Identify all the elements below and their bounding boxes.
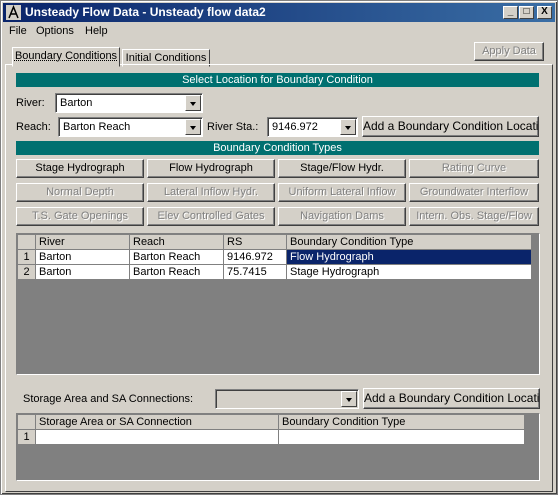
title-bar[interactable]: Unsteady Flow Data - Unsteady flow data2… [3, 3, 555, 22]
row-number[interactable]: 1 [17, 429, 36, 445]
groundwater-interflow-button[interactable]: Groundwater Interflow [409, 183, 539, 202]
menu-file[interactable]: File [9, 25, 27, 37]
normal-depth-button[interactable]: Normal Depth [16, 183, 144, 202]
river-value: Barton [60, 97, 93, 109]
apply-data-button[interactable]: Apply Data [474, 42, 544, 61]
col-bc-type[interactable]: Boundary Condition Type [286, 234, 532, 250]
tab-boundary-label: Boundary Conditions [14, 50, 118, 62]
window-title: Unsteady Flow Data - Unsteady flow data2 [25, 5, 266, 19]
tab-boundary-conditions[interactable]: Boundary Conditions [12, 47, 120, 67]
table-corner [17, 234, 36, 250]
chevron-down-icon[interactable] [341, 391, 357, 407]
table-header-row: River Reach RS Boundary Condition Type [17, 234, 532, 250]
navigation-dams-button[interactable]: Navigation Dams [278, 207, 406, 226]
flow-hydrograph-button[interactable]: Flow Hydrograph [147, 159, 275, 178]
table-corner [17, 414, 36, 430]
reach-value: Barton Reach [63, 121, 131, 133]
bc-types-header: Boundary Condition Types [16, 141, 539, 155]
add-bc-location-button[interactable]: Add a Boundary Condition Location [362, 116, 539, 137]
location-header: Select Location for Boundary Condition [16, 73, 539, 87]
row-number[interactable]: 1 [17, 249, 36, 265]
table-row[interactable]: 1 Barton Barton Reach 9146.972 Flow Hydr… [17, 249, 532, 265]
table-header-row: Storage Area or SA Connection Boundary C… [17, 414, 525, 430]
add-sa-bc-location-button[interactable]: Add a Boundary Condition Location [363, 388, 540, 409]
storage-area-label: Storage Area and SA Connections: [23, 393, 194, 405]
uniform-lateral-inflow-button[interactable]: Uniform Lateral Inflow [278, 183, 406, 202]
elev-controlled-gates-button[interactable]: Elev Controlled Gates [147, 207, 275, 226]
cell-bc-type[interactable]: Flow Hydrograph [286, 249, 532, 265]
stage-flow-hydrograph-button[interactable]: Stage/Flow Hydr. [278, 159, 406, 178]
col-river[interactable]: River [35, 234, 130, 250]
cell-river[interactable]: Barton [35, 264, 130, 280]
storage-area-select[interactable] [215, 389, 359, 409]
river-label: River: [16, 97, 45, 109]
menu-bar: File Options Help [3, 23, 555, 42]
col-rs[interactable]: RS [223, 234, 287, 250]
ts-gate-openings-button[interactable]: T.S. Gate Openings [16, 207, 144, 226]
table-row[interactable]: 2 Barton Barton Reach 75.7415 Stage Hydr… [17, 264, 532, 280]
app-icon [6, 5, 21, 20]
col-storage-area[interactable]: Storage Area or SA Connection [35, 414, 279, 430]
cell-bc-type[interactable]: Stage Hydrograph [286, 264, 532, 280]
chevron-down-icon[interactable] [185, 119, 201, 135]
tab-initial-label: Initial Conditions [125, 52, 207, 64]
cell-reach[interactable]: Barton Reach [129, 249, 224, 265]
menu-options[interactable]: Options [36, 25, 74, 37]
cell-river[interactable]: Barton [35, 249, 130, 265]
bc-table[interactable]: River Reach RS Boundary Condition Type 1… [16, 233, 540, 375]
table-row[interactable]: 1 [17, 429, 525, 445]
reach-select[interactable]: Barton Reach [58, 117, 203, 137]
minimize-button[interactable]: _ [503, 6, 518, 19]
row-number[interactable]: 2 [17, 264, 36, 280]
chevron-down-icon[interactable] [185, 95, 201, 111]
cell-reach[interactable]: Barton Reach [129, 264, 224, 280]
chevron-down-icon[interactable] [340, 119, 356, 135]
river-station-value: 9146.972 [272, 121, 318, 133]
rating-curve-button[interactable]: Rating Curve [409, 159, 539, 178]
cell-storage-area[interactable] [35, 429, 279, 445]
stage-hydrograph-button[interactable]: Stage Hydrograph [16, 159, 144, 178]
river-station-select[interactable]: 9146.972 [267, 117, 358, 137]
cell-rs[interactable]: 9146.972 [223, 249, 287, 265]
intern-obs-stage-flow-button[interactable]: Intern. Obs. Stage/Flow [409, 207, 539, 226]
unsteady-flow-window: Unsteady Flow Data - Unsteady flow data2… [0, 0, 558, 495]
close-button[interactable]: X [537, 6, 552, 19]
lateral-inflow-button[interactable]: Lateral Inflow Hydr. [147, 183, 275, 202]
maximize-button[interactable]: □ [519, 6, 534, 19]
river-select[interactable]: Barton [55, 93, 203, 113]
reach-label: Reach: [16, 121, 51, 133]
sa-table[interactable]: Storage Area or SA Connection Boundary C… [16, 413, 540, 481]
river-station-label: River Sta.: [207, 121, 259, 133]
col-reach[interactable]: Reach [129, 234, 224, 250]
menu-help[interactable]: Help [85, 25, 108, 37]
cell-sa-bc-type[interactable] [278, 429, 525, 445]
col-sa-bc-type[interactable]: Boundary Condition Type [278, 414, 525, 430]
cell-rs[interactable]: 75.7415 [223, 264, 287, 280]
